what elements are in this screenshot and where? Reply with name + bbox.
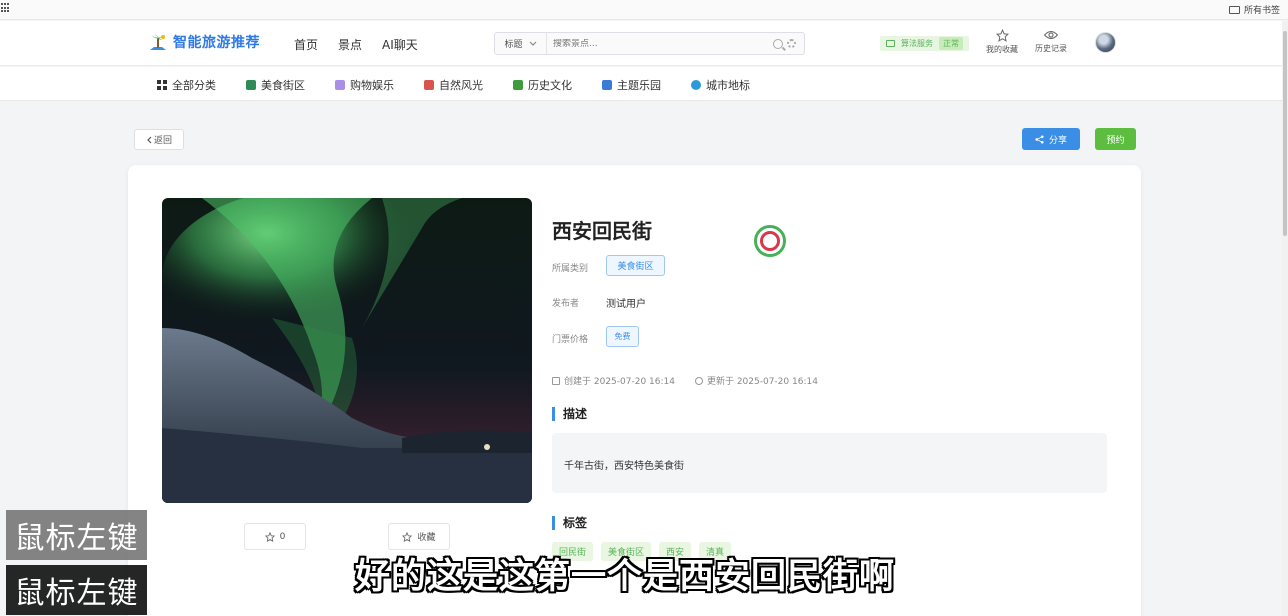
all-bookmarks-button[interactable]: 所有书签 bbox=[1228, 3, 1280, 16]
category-shopping[interactable]: 购物娱乐 bbox=[335, 77, 394, 93]
category-history[interactable]: 历史文化 bbox=[513, 77, 572, 93]
back-button[interactable]: 返回 bbox=[134, 129, 184, 150]
created-time: 创建于 2025-07-20 16:14 bbox=[564, 377, 675, 387]
description-text: 千年古街，西安特色美食街 bbox=[564, 461, 684, 472]
ticket-field-label: 门票价格 bbox=[552, 335, 589, 345]
nav-home[interactable]: 首页 bbox=[294, 36, 318, 53]
category-label: 城市地标 bbox=[706, 79, 750, 92]
main-nav: 首页 景点 AI聊天 bbox=[294, 36, 418, 53]
nature-icon bbox=[424, 80, 434, 90]
attraction-title: 西安回民街 bbox=[552, 219, 652, 243]
nav-ai-chat[interactable]: AI聊天 bbox=[382, 36, 418, 53]
favorites-label: 我的收藏 bbox=[986, 45, 1018, 54]
attraction-photo bbox=[162, 198, 532, 503]
category-label: 历史文化 bbox=[528, 79, 572, 92]
logo[interactable]: 智能旅游推荐 bbox=[148, 32, 260, 52]
key-press-badge: 鼠标左键 bbox=[6, 510, 147, 560]
favorite-label: 收藏 bbox=[417, 533, 436, 543]
like-button[interactable]: 0 bbox=[244, 523, 306, 550]
description-heading: 描述 bbox=[552, 407, 587, 421]
category-bar: 全部分类 美食街区 购物娱乐 自然风光 历史文化 主题乐园 城市地标 bbox=[0, 67, 1282, 101]
nav-attractions[interactable]: 景点 bbox=[338, 36, 362, 53]
logo-text: 智能旅游推荐 bbox=[173, 35, 260, 51]
category-label: 全部分类 bbox=[172, 79, 216, 92]
share-icon bbox=[1035, 134, 1044, 144]
click-indicator bbox=[754, 225, 786, 257]
star-icon bbox=[995, 29, 1009, 42]
back-label: 返回 bbox=[153, 136, 172, 146]
status-label: 算法服务 bbox=[901, 39, 933, 48]
clock-icon bbox=[694, 376, 703, 385]
aurora-photo-image bbox=[162, 198, 532, 503]
history-button[interactable]: 历史记录 bbox=[1035, 29, 1067, 54]
search-field-select[interactable]: 标题 bbox=[495, 33, 547, 54]
timestamps: 创建于 2025-07-20 16:14 更新于 2025-07-20 16:1… bbox=[552, 374, 818, 387]
category-nature[interactable]: 自然风光 bbox=[424, 77, 483, 93]
apps-grid-icon[interactable] bbox=[1, 3, 11, 13]
folder-icon bbox=[1228, 5, 1240, 14]
search-icon[interactable] bbox=[773, 38, 783, 49]
publisher-field-label: 发布者 bbox=[552, 299, 580, 309]
palm-tree-icon bbox=[150, 33, 166, 50]
favorite-button[interactable]: 收藏 bbox=[388, 523, 450, 550]
monitor-icon bbox=[886, 40, 895, 47]
page-scrollbar[interactable] bbox=[1282, 21, 1288, 616]
search-field-value: 标题 bbox=[504, 40, 523, 50]
grid-icon bbox=[157, 80, 167, 90]
eye-icon bbox=[1044, 30, 1058, 40]
share-button[interactable]: 分享 bbox=[1022, 128, 1080, 150]
search-bar: 标题 bbox=[494, 32, 805, 55]
category-food-street[interactable]: 美食街区 bbox=[246, 77, 305, 93]
publisher-value: 测试用户 bbox=[606, 299, 646, 310]
status-badge: 正常 bbox=[939, 37, 963, 50]
chevron-down-icon bbox=[529, 41, 536, 46]
ticket-price-tag: 免费 bbox=[606, 326, 639, 347]
category-all[interactable]: 全部分类 bbox=[157, 77, 216, 93]
all-bookmarks-label: 所有书签 bbox=[1243, 6, 1280, 16]
key-press-badge: 鼠标左键 bbox=[6, 565, 147, 615]
star-outline-icon bbox=[264, 531, 275, 542]
bookmarks-bar: 所有书签 bbox=[0, 0, 1288, 20]
app-header: 智能旅游推荐 首页 景点 AI聊天 标题 算法服务 正常 我的收藏 历史记录 bbox=[0, 21, 1282, 66]
tags-heading: 标签 bbox=[552, 516, 587, 530]
shopping-icon bbox=[335, 80, 345, 90]
category-theme-park[interactable]: 主题乐园 bbox=[602, 77, 661, 93]
search-input[interactable] bbox=[547, 38, 773, 49]
category-landmark[interactable]: 城市地标 bbox=[691, 77, 750, 93]
history-culture-icon bbox=[513, 80, 523, 90]
category-field-label: 所属类别 bbox=[552, 264, 589, 274]
theme-park-icon bbox=[602, 80, 612, 90]
search-settings-icon[interactable] bbox=[787, 39, 796, 48]
category-label: 自然风光 bbox=[439, 79, 483, 92]
service-status: 算法服务 正常 bbox=[880, 36, 969, 51]
share-label: 分享 bbox=[1048, 135, 1067, 146]
description-box: 千年古街，西安特色美食街 bbox=[552, 433, 1107, 493]
video-subtitle: 好的这是这第一个是西安回民街啊 bbox=[355, 557, 896, 597]
star-outline-icon bbox=[402, 531, 413, 542]
food-street-icon bbox=[246, 80, 256, 90]
category-label: 美食街区 bbox=[261, 79, 305, 92]
updated-time: 更新于 2025-07-20 16:14 bbox=[706, 377, 818, 387]
chevron-left-icon bbox=[147, 136, 152, 143]
history-label: 历史记录 bbox=[1035, 44, 1067, 53]
like-count: 0 bbox=[279, 531, 286, 542]
category-label: 购物娱乐 bbox=[350, 79, 394, 92]
category-tag: 美食街区 bbox=[606, 255, 665, 276]
scrollbar-thumb[interactable] bbox=[1283, 31, 1287, 236]
favorites-button[interactable]: 我的收藏 bbox=[986, 29, 1018, 55]
landmark-globe-icon bbox=[691, 80, 701, 90]
book-label: 预约 bbox=[1106, 135, 1125, 146]
category-label: 主题乐园 bbox=[617, 79, 661, 92]
calendar-icon bbox=[552, 376, 560, 385]
user-avatar[interactable] bbox=[1095, 32, 1116, 53]
book-button[interactable]: 预约 bbox=[1095, 128, 1136, 150]
